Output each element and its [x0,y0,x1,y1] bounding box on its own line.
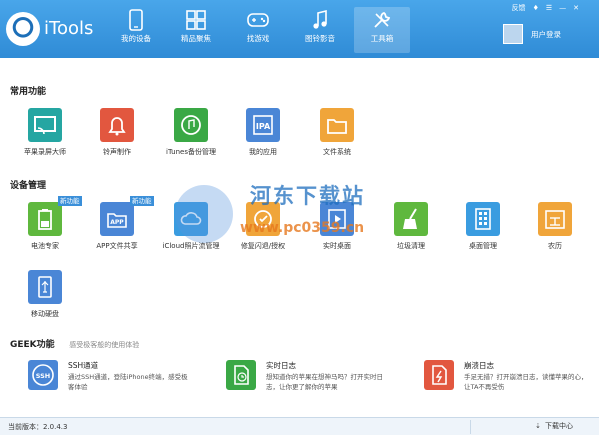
status-divider [470,420,471,434]
app-name: iTools [44,18,94,39]
tool-label: 修复闪退/授权 [240,242,286,250]
tool-label: 我的应用 [249,148,277,156]
section-geek-title: GEEK功能 [10,340,55,350]
status-bar: 当前版本：2.0.4.3 ⇣ 下载中心 [0,417,599,435]
battery-icon: 新功能 [28,196,82,236]
version-text: 当前版本：2.0.4.3 [8,423,68,431]
tool-repair[interactable]: 修复闪退/授权 [232,202,294,258]
nav-label: 找游戏 [246,34,270,43]
tool-label: 铃声制作 [103,148,131,156]
grid-icon [186,10,206,30]
app-logo: iTools [6,12,116,48]
tool-label: 实时桌面 [323,242,351,250]
desktop-grid-icon [466,202,500,236]
minimize-icon[interactable]: — [559,4,566,12]
shirt-icon[interactable]: ♦ [533,4,539,12]
tool-file-system[interactable]: 文件系统 [306,108,368,164]
tool-label: 苹果录屏大师 [24,148,66,156]
tool-label: 移动硬盘 [31,310,59,318]
tool-label: 垃圾清理 [397,242,425,250]
tool-ringtone[interactable]: 铃声制作 [86,108,148,164]
geek-crash-log[interactable]: 崩溃日志 手足无措？打开崩溃日志，读懂苹果的心，让TA不再受伤 [424,360,594,406]
nav-games[interactable]: 找游戏 [230,7,286,53]
nav-my-device[interactable]: 我的设备 [108,7,164,53]
tool-label: iTunes备份管理 [166,148,216,156]
nav-featured[interactable]: 精品聚焦 [168,7,224,53]
tool-app-share[interactable]: APP 新功能 APP文件共享 [86,196,154,258]
wrench-icon [374,11,391,28]
download-icon: ⇣ [535,422,541,430]
logo-icon [6,12,40,46]
folder-icon [320,108,354,142]
geek-ssh[interactable]: SSH SSH通道 通过SSH通道，登陆iPhone终端，感受极客体验 [28,360,198,406]
geek-title: SSH通道 [68,361,99,370]
tool-my-apps[interactable]: IPA 我的应用 [232,108,294,164]
ipa-icon: IPA [246,108,280,142]
download-center-label: 下载中心 [545,422,573,430]
backup-icon [174,108,208,142]
music-icon [313,9,327,29]
new-feature-badge: 新功能 [58,196,82,206]
feedback-link[interactable]: 反馈 [512,3,526,13]
nav-label: 我的设备 [121,34,151,43]
tool-itunes-backup[interactable]: iTunes备份管理 [160,108,222,164]
user-area[interactable]: 用户登录 [503,24,593,50]
play-icon [320,202,354,236]
gamepad-icon [247,13,269,27]
tool-label: iCloud照片流管理 [162,242,220,250]
icloud-icon [174,202,208,236]
close-icon[interactable]: ✕ [573,4,579,12]
phone-icon [129,9,143,31]
broom-icon [394,202,428,236]
nav-label: 精品聚焦 [181,34,211,43]
ssh-icon: SSH [28,360,58,390]
geek-title: 崩溃日志 [464,361,494,370]
tool-live-desktop[interactable]: 实时桌面 [306,202,368,258]
nav-label: 工具箱 [370,34,394,43]
geek-title: 实时日志 [266,361,296,370]
top-bar: iTools 我的设备 精品聚焦 找游戏 图铃影音 工具箱 反馈 ♦ ☰ — ✕… [0,0,599,58]
login-link[interactable]: 用户登录 [531,29,561,40]
nav-label: 图铃影音 [305,34,335,43]
section-device-title: 设备管理 [10,181,47,191]
window-controls: 反馈 ♦ ☰ — ✕ [512,3,579,13]
app-share-icon: APP 新功能 [100,196,154,236]
log-icon [226,360,256,390]
menu-icon[interactable]: ☰ [546,4,552,12]
tool-icloud[interactable]: iCloud照片流管理 [160,202,222,258]
section-common-title: 常用功能 [10,87,47,97]
tool-label: 电池专家 [31,242,59,250]
download-center-link[interactable]: ⇣ 下载中心 [535,421,573,431]
tool-label: 农历 [548,242,562,250]
avatar[interactable] [503,24,523,44]
geek-live-log[interactable]: 实时日志 想知道你的苹果在想神马吗？打开实时日志，让你更了解你的苹果 [226,360,396,406]
tool-screen-cast[interactable]: 苹果录屏大师 [14,108,76,164]
tool-label: 桌面管理 [469,242,497,250]
section-geek-subtitle: 感受极客般的使用体验 [69,341,140,349]
repair-icon [246,202,280,236]
geek-desc: 通过SSH通道，登陆iPhone终端，感受极客体验 [68,373,188,391]
geek-desc: 手足无措？打开崩溃日志，读懂苹果的心，让TA不再受伤 [464,373,588,391]
nav-toolbox[interactable]: 工具箱 [354,7,410,53]
svg-text:IPA: IPA [256,122,271,131]
tool-battery[interactable]: 新功能 电池专家 [14,196,82,258]
tool-cleanup[interactable]: 垃圾清理 [380,202,442,258]
new-feature-badge: 新功能 [130,196,154,206]
tool-desktop-manage[interactable]: 桌面管理 [452,202,514,258]
nav-media[interactable]: 图铃影音 [292,7,348,53]
screen-cast-icon [28,108,62,142]
calendar-icon [538,202,572,236]
crash-log-icon [424,360,454,390]
svg-text:SSH: SSH [36,372,51,380]
tool-label: APP文件共享 [96,242,138,250]
geek-header: GEEK功能 感受极客般的使用体验 [10,337,590,351]
bell-icon [100,108,134,142]
tool-label: 文件系统 [323,148,351,156]
geek-desc: 想知道你的苹果在想神马吗？打开实时日志，让你更了解你的苹果 [266,373,383,391]
tool-lunar-calendar[interactable]: 农历 [524,202,586,258]
svg-text:APP: APP [110,219,124,226]
usb-drive-icon [28,270,62,304]
tool-usb-drive[interactable]: 移动硬盘 [14,270,76,326]
